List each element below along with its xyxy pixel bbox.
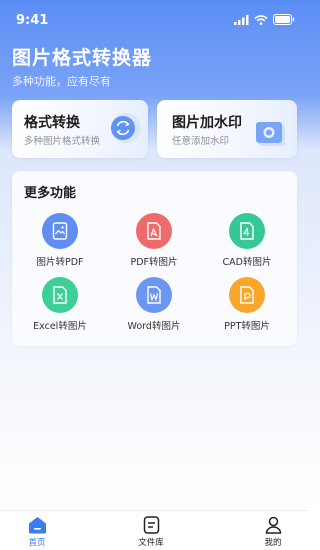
format-convert-card[interactable]: 格式转换 多种图片格式转换 (12, 100, 148, 158)
nav-item-home[interactable]: 首页 (7, 515, 67, 548)
profile-icon (243, 515, 303, 534)
bottom-nav: 首页 文件库 我的 (0, 510, 309, 550)
app-title: 图片格式转换器 (12, 47, 153, 69)
ppt-to-image-button[interactable]: PPT转图片 (207, 277, 287, 332)
home-icon (7, 515, 67, 534)
status-time: 9:41 (16, 13, 49, 28)
func-label: PPT转图片 (224, 321, 270, 332)
func-label: 图片转PDF (36, 257, 84, 268)
func-label: CAD转图片 (222, 257, 272, 268)
nav-item-file-library[interactable]: 文件库 (121, 515, 181, 548)
card-desc: 任意添加水印 (172, 136, 230, 147)
pdf-file-icon (136, 213, 172, 249)
func-label: Excel转图片 (33, 321, 87, 332)
cad-to-image-button[interactable]: CAD转图片 (207, 213, 287, 268)
app-subtitle: 多种功能，应有尽有 (12, 75, 111, 88)
watermark-card[interactable]: 图片加水印 任意添加水印 (157, 100, 297, 158)
pdf-to-image-button[interactable]: PDF转图片 (114, 213, 194, 268)
signal-icon (234, 14, 249, 25)
func-label: Word转图片 (127, 321, 181, 332)
image-to-pdf-button[interactable]: 图片转PDF (20, 213, 100, 268)
camera-icon (256, 122, 285, 146)
word-to-image-button[interactable]: Word转图片 (114, 277, 194, 332)
excel-to-image-button[interactable]: Excel转图片 (20, 277, 100, 332)
battery-icon (273, 14, 295, 25)
card-desc: 多种图片格式转换 (24, 136, 101, 147)
excel-file-icon (42, 277, 78, 313)
image-file-icon (42, 213, 78, 249)
nav-item-profile[interactable]: 我的 (243, 515, 303, 548)
more-functions-panel: 更多功能 图片转PDF PDF转图片 CAD转图片 Excel转图片 Word转… (12, 171, 297, 346)
more-functions-title: 更多功能 (24, 186, 77, 201)
nav-label: 文件库 (138, 538, 164, 548)
nav-label: 我的 (264, 538, 282, 548)
status-bar: 9:41 (0, 0, 309, 40)
ppt-file-icon (229, 277, 265, 313)
cad-file-icon (229, 213, 265, 249)
wifi-icon (254, 14, 268, 25)
nav-label: 首页 (28, 538, 46, 548)
card-title: 图片加水印 (172, 115, 242, 131)
word-file-icon (136, 277, 172, 313)
file-library-icon (121, 515, 181, 534)
convert-icon (111, 113, 141, 143)
func-label: PDF转图片 (130, 257, 178, 268)
card-title: 格式转换 (24, 115, 80, 131)
status-icons (234, 14, 295, 25)
